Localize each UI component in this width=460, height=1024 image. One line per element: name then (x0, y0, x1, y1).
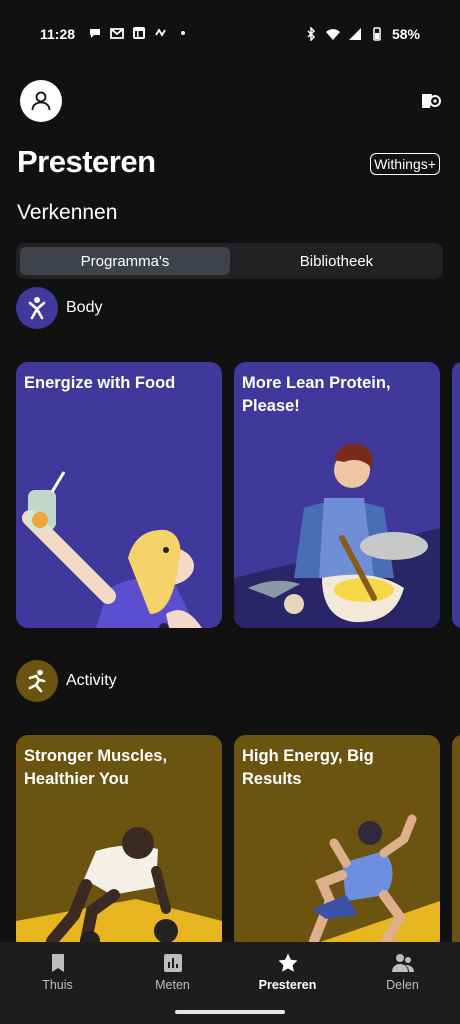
program-card-stronger-muscles[interactable]: Stronger Muscles, Healthier You (16, 735, 222, 951)
category-label: Body (66, 299, 103, 316)
bluetooth-icon (307, 27, 316, 41)
system-icons: 58% (304, 26, 420, 42)
man-cooking-illustration (234, 443, 440, 628)
tab-programs[interactable]: Programma's (20, 247, 230, 275)
program-card-partial[interactable] (452, 735, 460, 951)
tab-library[interactable]: Bibliotheek (234, 247, 439, 275)
category-icon-badge (16, 287, 58, 329)
card-title: Stronger Muscles, Healthier You (24, 747, 168, 788)
program-card-energize-with-food[interactable]: Energize with Food (16, 362, 222, 628)
dot-icon (181, 31, 185, 35)
man-kettlebell-illustration (16, 827, 222, 951)
home-indicator[interactable] (175, 1010, 285, 1014)
linkedin-icon (133, 27, 145, 39)
nav-label: Presteren (258, 978, 317, 992)
category-body[interactable]: Body (16, 287, 102, 329)
star-icon (278, 953, 297, 972)
wifi-icon (325, 29, 340, 40)
signal-icon (348, 28, 361, 40)
bookmark-icon (51, 954, 64, 972)
card-title: High Energy, Big Results (242, 747, 374, 788)
nav-item-home[interactable]: Thuis (0, 952, 115, 992)
activity-app-icon (155, 28, 166, 37)
chat-icon (90, 29, 100, 38)
program-library-tabs: Programma's Bibliotheek (16, 243, 443, 279)
mail-icon (110, 28, 124, 39)
status-time: 11:28 (40, 26, 76, 42)
woman-exercise-illustration (294, 814, 440, 951)
battery-level: 58% (391, 26, 420, 42)
device-scan-icon[interactable] (420, 92, 442, 110)
nav-label: Meten (155, 978, 190, 992)
section-title-explore: Verkennen (17, 201, 118, 224)
people-icon (391, 954, 414, 972)
nav-label: Delen (386, 978, 419, 992)
program-card-more-lean-protein[interactable]: More Lean Protein, Please! (234, 362, 440, 628)
running-icon (28, 669, 46, 693)
category-activity[interactable]: Activity (16, 660, 117, 702)
page-title: Presteren (17, 144, 156, 179)
profile-avatar-button[interactable] (20, 80, 62, 122)
battery-icon (373, 27, 381, 41)
program-card-high-energy[interactable]: High Energy, Big Results (234, 735, 440, 951)
status-bar: 11:28 58% (0, 0, 460, 68)
nav-label: Thuis (42, 978, 73, 992)
category-icon-badge (16, 660, 58, 702)
nav-item-measure[interactable]: Meten (115, 952, 230, 992)
body-icon (28, 297, 46, 320)
woman-drinking-illustration (22, 471, 202, 628)
card-title: More Lean Protein, Please! (242, 374, 391, 415)
bar-chart-icon (163, 954, 182, 972)
nav-item-share[interactable]: Delen (345, 952, 460, 992)
person-icon (31, 91, 51, 111)
notification-icons (88, 26, 190, 40)
program-card-partial[interactable] (452, 362, 460, 628)
card-title: Energize with Food (24, 374, 176, 392)
nav-item-perform[interactable]: Presteren (230, 952, 345, 992)
withings-plus-button[interactable]: Withings+ (370, 153, 440, 175)
category-label: Activity (66, 672, 117, 689)
